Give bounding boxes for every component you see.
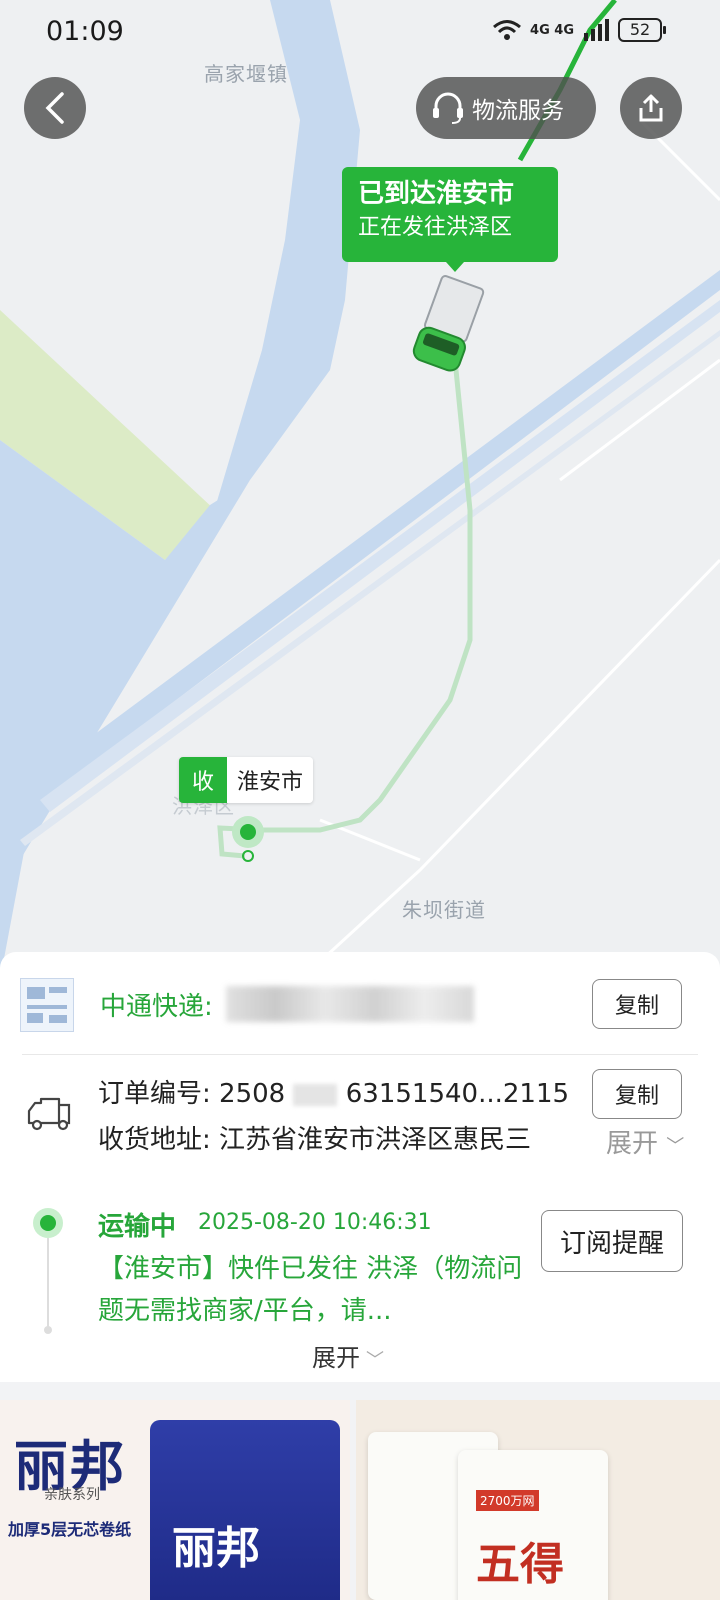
destination-city: 淮安市 [227,757,314,803]
status-icons: 4G 4G 52 [492,18,666,42]
address-expand-label: 展开 [606,1129,659,1159]
chevron-down-icon: ﹀ [666,1136,685,1157]
copy-tracking-button[interactable]: 复制 [592,979,682,1029]
shipment-panel: 中通快递: 复制 订单编号: 2508 63151540...2115 复制 收… [0,952,720,1382]
order-number-tail: 63151540...2115 [345,1079,570,1109]
product-badge: 2700万网 [476,1490,539,1511]
product-card-flour[interactable]: 2700万网 五得 [356,1400,720,1600]
battery-indicator: 52 [618,18,666,42]
product-series: 亲肤系列 [44,1487,100,1503]
status-bar: 01:09 4G 4G 52 [0,0,720,64]
map-canvas [0,0,720,980]
map-label-street: 朱坝街道 [402,898,486,922]
product-tag: 加厚5层无芯卷纸 [8,1520,132,1539]
order-number-line: 订单编号: 2508 63151540...2115 [98,1073,569,1110]
logistics-service-button[interactable]: 物流服务 [416,77,596,139]
delivery-address: 收货地址: 江苏省淮安市洪泽区惠民三 [98,1125,532,1155]
callout-subtitle: 正在发往洪泽区 [358,215,513,240]
order-number-redacted [293,1083,338,1106]
share-button[interactable] [620,77,682,139]
timeline-dot-icon [33,1208,63,1238]
timeline-expand-label: 展开 [312,1344,360,1372]
wifi-icon [493,20,521,40]
receive-badge: 收 [179,757,227,803]
timeline-expand[interactable]: 展开 ﹀ [312,1338,384,1373]
tracking-status: 运输中 [98,1212,177,1242]
map-view[interactable]: 高家堰镇 朱坝街道 洪泽区 已到达淮安市 正在发往洪泽区 收 淮安市 [0,0,720,980]
product-brand: 五得 [476,1539,564,1590]
timeline-line [47,1238,49,1328]
tracking-number-redacted [226,986,474,1022]
address-expand[interactable]: 展开 ﹀ [600,1123,685,1160]
order-row: 订单编号: 2508 63151540...2115 复制 收货地址: 江苏省淮… [0,1055,720,1165]
truck-status-callout: 已到达淮安市 正在发往洪泽区 [342,167,558,272]
signal-icon [584,19,609,41]
tracking-description: 【淮安市】快件已发往 洪泽（物流问题无需找商家/平台，请... [98,1254,523,1326]
subscribe-reminder-button[interactable]: 订阅提醒 [541,1210,683,1272]
product-image: 2700万网 五得 [458,1450,608,1600]
signal-label: 4G 4G [530,22,574,38]
callout-title: 已到达淮安市 [358,179,515,209]
logistics-service-label: 物流服务 [472,98,564,124]
order-label: 订单编号: 2508 [98,1079,286,1109]
product-recommendations: 丽邦 亲肤系列 加厚5层无芯卷纸 丽邦 2700万网 五得 [0,1400,720,1600]
chevron-left-icon [45,92,64,124]
share-icon [639,94,663,122]
destination-tag: 收 淮安市 [179,757,314,803]
headset-icon [433,92,463,124]
tracking-time: 2025-08-20 10:46:31 [198,1210,432,1235]
back-button[interactable] [24,77,86,139]
timeline-end-dot [44,1326,52,1334]
copy-order-button[interactable]: 复制 [592,1069,682,1119]
status-time: 01:09 [46,16,124,47]
tracking-timeline: 运输中 2025-08-20 10:46:31 【淮安市】快件已发往 洪泽（物流… [0,1188,720,1388]
chevron-down-icon: ﹀ [366,1350,384,1371]
courier-row: 中通快递: 复制 [0,952,720,1054]
product-pack-logo: 丽邦 [172,1523,260,1574]
product-card-tissue[interactable]: 丽邦 亲肤系列 加厚5层无芯卷纸 丽邦 [0,1400,350,1600]
truck-icon [27,1097,71,1131]
courier-thumbnail [20,978,74,1032]
courier-name: 中通快递: [100,992,213,1022]
